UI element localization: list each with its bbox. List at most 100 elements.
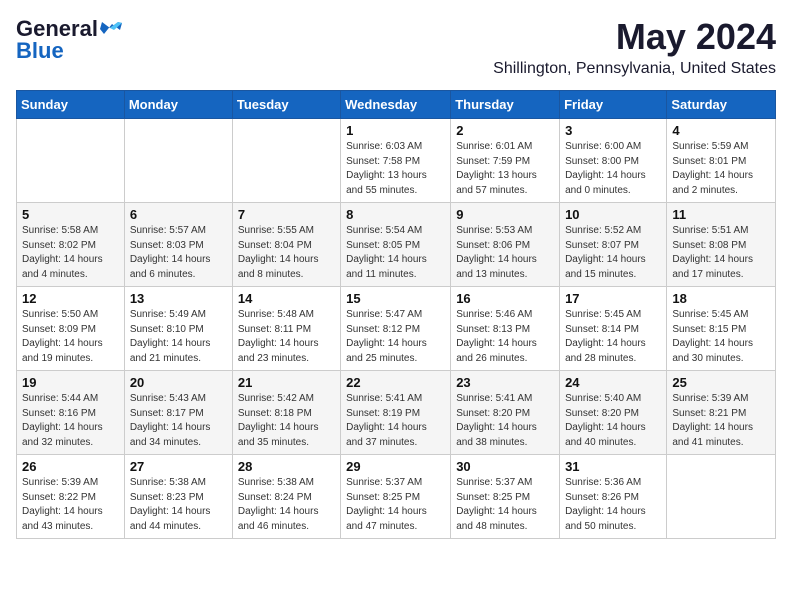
- day-info: Sunrise: 5:55 AM Sunset: 8:04 PM Dayligh…: [238, 224, 335, 282]
- calendar-week-row: 5Sunrise: 5:58 AM Sunset: 8:02 PM Daylig…: [17, 203, 776, 287]
- day-info: Sunrise: 5:41 AM Sunset: 8:19 PM Dayligh…: [346, 392, 445, 450]
- calendar-cell: 27Sunrise: 5:38 AM Sunset: 8:23 PM Dayli…: [124, 455, 232, 539]
- calendar-cell: 28 Sunrise: 5:38 AM Sunset: 8:24 PM Dayli…: [232, 455, 340, 539]
- calendar-cell: 16 Sunrise: 5:46 AM Sunset: 8:13 PM Dayli…: [451, 287, 560, 371]
- day-info: Sunrise: 5:38 AM Sunset: 8:24 PM Dayligh…: [238, 476, 335, 534]
- calendar-cell: 17 Sunrise: 5:45 AM Sunset: 8:14 PM Dayli…: [560, 287, 667, 371]
- calendar-cell: 12 Sunrise: 5:50 AM Sunset: 8:09 PM Dayli…: [17, 287, 125, 371]
- calendar-cell: 13 Sunrise: 5:49 AM Sunset: 8:10 PM Dayli…: [124, 287, 232, 371]
- day-info: Sunrise: 5:48 AM Sunset: 8:11 PM Dayligh…: [238, 308, 335, 366]
- day-number: 25: [672, 375, 770, 390]
- day-info: Sunrise: 5:50 AM Sunset: 8:09 PM Dayligh…: [22, 308, 119, 366]
- day-number: 15: [346, 291, 445, 306]
- calendar-cell: 9 Sunrise: 5:53 AM Sunset: 8:06 PM Daylig…: [451, 203, 560, 287]
- day-number: 28: [238, 459, 335, 474]
- calendar-week-row: 19 Sunrise: 5:44 AM Sunset: 8:16 PM Dayli…: [17, 371, 776, 455]
- day-info: Sunrise: 5:36 AM Sunset: 8:26 PM Dayligh…: [565, 476, 661, 534]
- day-info: Sunrise: 5:44 AM Sunset: 8:16 PM Dayligh…: [22, 392, 119, 450]
- weekday-header-sunday: Sunday: [17, 91, 125, 119]
- calendar-cell: 15 Sunrise: 5:47 AM Sunset: 8:12 PM Dayli…: [341, 287, 451, 371]
- calendar-cell: 21 Sunrise: 5:42 AM Sunset: 8:18 PM Dayli…: [232, 371, 340, 455]
- calendar-cell: 31 Sunrise: 5:36 AM Sunset: 8:26 PM Dayli…: [560, 455, 667, 539]
- day-number: 14: [238, 291, 335, 306]
- day-number: 29: [346, 459, 445, 474]
- day-info: Sunrise: 5:47 AM Sunset: 8:12 PM Dayligh…: [346, 308, 445, 366]
- day-number: 20: [130, 375, 227, 390]
- location-title: Shillington, Pennsylvania, United States: [493, 60, 776, 78]
- day-number: 17: [565, 291, 661, 306]
- calendar-week-row: 12 Sunrise: 5:50 AM Sunset: 8:09 PM Dayli…: [17, 287, 776, 371]
- calendar-cell: 22 Sunrise: 5:41 AM Sunset: 8:19 PM Dayli…: [341, 371, 451, 455]
- calendar-cell: 14 Sunrise: 5:48 AM Sunset: 8:11 PM Dayli…: [232, 287, 340, 371]
- day-number: 26: [22, 459, 119, 474]
- day-info: Sunrise: 5:59 AM Sunset: 8:01 PM Dayligh…: [672, 140, 770, 198]
- calendar-cell: 7 Sunrise: 5:55 AM Sunset: 8:04 PM Daylig…: [232, 203, 340, 287]
- day-number: 16: [456, 291, 554, 306]
- day-info: Sunrise: 5:45 AM Sunset: 8:14 PM Dayligh…: [565, 308, 661, 366]
- day-number: 23: [456, 375, 554, 390]
- day-number: 2: [456, 123, 554, 138]
- day-number: 5: [22, 207, 119, 222]
- calendar-cell: 23 Sunrise: 5:41 AM Sunset: 8:20 PM Dayli…: [451, 371, 560, 455]
- calendar-cell: 11 Sunrise: 5:51 AM Sunset: 8:08 PM Dayli…: [667, 203, 776, 287]
- calendar-cell: 6Sunrise: 5:57 AM Sunset: 8:03 PM Daylig…: [124, 203, 232, 287]
- day-number: 8: [346, 207, 445, 222]
- calendar-cell: 2 Sunrise: 6:01 AM Sunset: 7:59 PM Daylig…: [451, 119, 560, 203]
- day-info: Sunrise: 5:45 AM Sunset: 8:15 PM Dayligh…: [672, 308, 770, 366]
- calendar-cell: 5Sunrise: 5:58 AM Sunset: 8:02 PM Daylig…: [17, 203, 125, 287]
- day-number: 24: [565, 375, 661, 390]
- weekday-header-thursday: Thursday: [451, 91, 560, 119]
- day-number: 7: [238, 207, 335, 222]
- day-number: 30: [456, 459, 554, 474]
- calendar-cell: 24 Sunrise: 5:40 AM Sunset: 8:20 PM Dayli…: [560, 371, 667, 455]
- day-number: 3: [565, 123, 661, 138]
- calendar-cell: 3 Sunrise: 6:00 AM Sunset: 8:00 PM Daylig…: [560, 119, 667, 203]
- logo-bird-icon: [100, 20, 122, 38]
- day-info: Sunrise: 5:54 AM Sunset: 8:05 PM Dayligh…: [346, 224, 445, 282]
- day-info: Sunrise: 5:41 AM Sunset: 8:20 PM Dayligh…: [456, 392, 554, 450]
- day-info: Sunrise: 6:00 AM Sunset: 8:00 PM Dayligh…: [565, 140, 661, 198]
- calendar-table: SundayMondayTuesdayWednesdayThursdayFrid…: [16, 90, 776, 539]
- day-info: Sunrise: 6:01 AM Sunset: 7:59 PM Dayligh…: [456, 140, 554, 198]
- day-info: Sunrise: 5:39 AM Sunset: 8:21 PM Dayligh…: [672, 392, 770, 450]
- weekday-header-saturday: Saturday: [667, 91, 776, 119]
- calendar-cell: 29 Sunrise: 5:37 AM Sunset: 8:25 PM Dayli…: [341, 455, 451, 539]
- day-number: 21: [238, 375, 335, 390]
- calendar-cell: 8 Sunrise: 5:54 AM Sunset: 8:05 PM Daylig…: [341, 203, 451, 287]
- calendar-week-row: 26Sunrise: 5:39 AM Sunset: 8:22 PM Dayli…: [17, 455, 776, 539]
- day-number: 11: [672, 207, 770, 222]
- day-info: Sunrise: 5:46 AM Sunset: 8:13 PM Dayligh…: [456, 308, 554, 366]
- day-number: 10: [565, 207, 661, 222]
- calendar-cell: 1 Sunrise: 6:03 AM Sunset: 7:58 PM Daylig…: [341, 119, 451, 203]
- calendar-cell: 26Sunrise: 5:39 AM Sunset: 8:22 PM Dayli…: [17, 455, 125, 539]
- logo: General Blue: [16, 16, 122, 64]
- day-number: 12: [22, 291, 119, 306]
- page-header: General Blue May 2024 Shillington, Penns…: [16, 16, 776, 78]
- calendar-cell: 30Sunrise: 5:37 AM Sunset: 8:25 PM Dayli…: [451, 455, 560, 539]
- day-number: 6: [130, 207, 227, 222]
- day-number: 31: [565, 459, 661, 474]
- day-info: Sunrise: 5:51 AM Sunset: 8:08 PM Dayligh…: [672, 224, 770, 282]
- day-info: Sunrise: 5:52 AM Sunset: 8:07 PM Dayligh…: [565, 224, 661, 282]
- weekday-header-wednesday: Wednesday: [341, 91, 451, 119]
- calendar-cell: [17, 119, 125, 203]
- day-info: Sunrise: 5:53 AM Sunset: 8:06 PM Dayligh…: [456, 224, 554, 282]
- calendar-cell: [232, 119, 340, 203]
- weekday-header-friday: Friday: [560, 91, 667, 119]
- day-info: Sunrise: 5:40 AM Sunset: 8:20 PM Dayligh…: [565, 392, 661, 450]
- day-number: 1: [346, 123, 445, 138]
- day-info: Sunrise: 5:37 AM Sunset: 8:25 PM Dayligh…: [346, 476, 445, 534]
- day-info: Sunrise: 6:03 AM Sunset: 7:58 PM Dayligh…: [346, 140, 445, 198]
- day-number: 9: [456, 207, 554, 222]
- day-number: 13: [130, 291, 227, 306]
- month-title: May 2024: [493, 16, 776, 58]
- day-number: 22: [346, 375, 445, 390]
- day-info: Sunrise: 5:38 AM Sunset: 8:23 PM Dayligh…: [130, 476, 227, 534]
- day-info: Sunrise: 5:49 AM Sunset: 8:10 PM Dayligh…: [130, 308, 227, 366]
- day-number: 19: [22, 375, 119, 390]
- calendar-cell: 10 Sunrise: 5:52 AM Sunset: 8:07 PM Dayli…: [560, 203, 667, 287]
- calendar-cell: 4Sunrise: 5:59 AM Sunset: 8:01 PM Daylig…: [667, 119, 776, 203]
- calendar-cell: [124, 119, 232, 203]
- day-info: Sunrise: 5:42 AM Sunset: 8:18 PM Dayligh…: [238, 392, 335, 450]
- calendar-cell: 25 Sunrise: 5:39 AM Sunset: 8:21 PM Dayli…: [667, 371, 776, 455]
